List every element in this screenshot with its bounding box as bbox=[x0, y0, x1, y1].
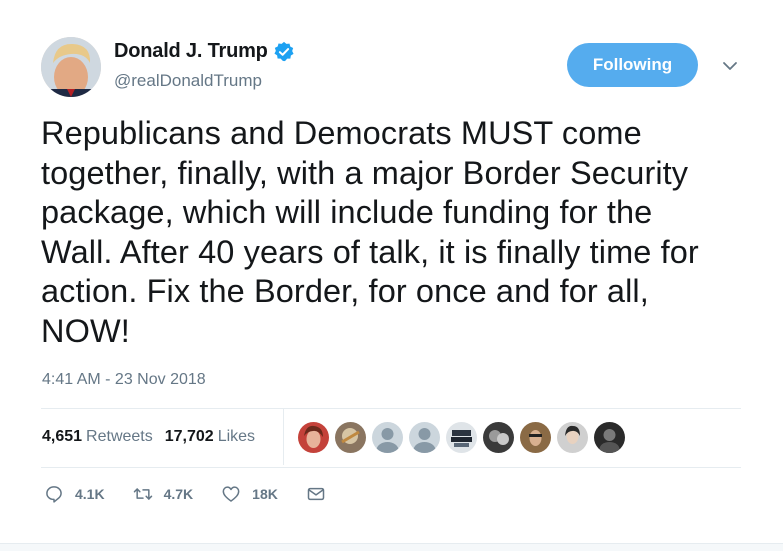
following-button[interactable]: Following bbox=[567, 43, 698, 87]
author-handle[interactable]: @realDonaldTrump bbox=[114, 71, 262, 91]
liker-avatars bbox=[298, 422, 631, 453]
liker-avatar-1[interactable] bbox=[298, 422, 329, 453]
divider-bottom bbox=[41, 467, 741, 468]
tweet-timestamp[interactable]: 4:41 AM - 23 Nov 2018 bbox=[42, 371, 206, 389]
retweet-icon bbox=[133, 488, 152, 500]
like-count: 18K bbox=[252, 486, 278, 502]
retweets-stat[interactable]: 4,651 Retweets bbox=[42, 428, 165, 446]
retweet-button[interactable]: 4.7K bbox=[133, 484, 194, 504]
envelope-icon bbox=[307, 487, 325, 501]
like-button[interactable]: 18K bbox=[221, 484, 278, 504]
liker-avatar-9[interactable] bbox=[594, 422, 625, 453]
direct-message-button[interactable] bbox=[306, 484, 326, 504]
author-display-name[interactable]: Donald J. Trump bbox=[114, 40, 268, 63]
footer-strip bbox=[0, 543, 783, 551]
likes-count: 17,702 bbox=[164, 428, 214, 445]
divider-top bbox=[41, 408, 741, 409]
tweet-actions: 4.1K 4.7K 18K bbox=[44, 484, 354, 504]
heart-icon bbox=[222, 486, 240, 502]
liker-avatar-3[interactable] bbox=[372, 422, 403, 453]
retweets-count: 4,651 bbox=[42, 428, 83, 445]
author-avatar[interactable] bbox=[41, 37, 101, 97]
likes-label: Likes bbox=[217, 428, 256, 445]
liker-avatar-8[interactable] bbox=[557, 422, 588, 453]
verified-badge-icon bbox=[274, 41, 294, 61]
tweet-card: Donald J. Trump @realDonaldTrump Followi… bbox=[0, 0, 783, 551]
tweet-text: Republicans and Democrats MUST come toge… bbox=[41, 115, 699, 349]
reply-icon bbox=[46, 486, 62, 503]
liker-avatar-6[interactable] bbox=[483, 422, 514, 453]
stats-separator bbox=[283, 409, 284, 465]
tweet-stats: 4,651 Retweets 17,702 Likes bbox=[42, 428, 267, 446]
liker-avatar-5[interactable] bbox=[446, 422, 477, 453]
chevron-down-icon[interactable] bbox=[720, 58, 740, 74]
liker-avatar-4[interactable] bbox=[409, 422, 440, 453]
retweets-label: Retweets bbox=[86, 428, 153, 445]
liker-avatar-7[interactable] bbox=[520, 422, 551, 453]
retweet-count: 4.7K bbox=[163, 486, 194, 502]
likes-stat[interactable]: 17,702 Likes bbox=[165, 428, 267, 446]
reply-count: 4.1K bbox=[75, 486, 105, 502]
liker-avatar-2[interactable] bbox=[335, 422, 366, 453]
author-name-row: Donald J. Trump bbox=[114, 40, 295, 63]
reply-button[interactable]: 4.1K bbox=[44, 484, 105, 504]
